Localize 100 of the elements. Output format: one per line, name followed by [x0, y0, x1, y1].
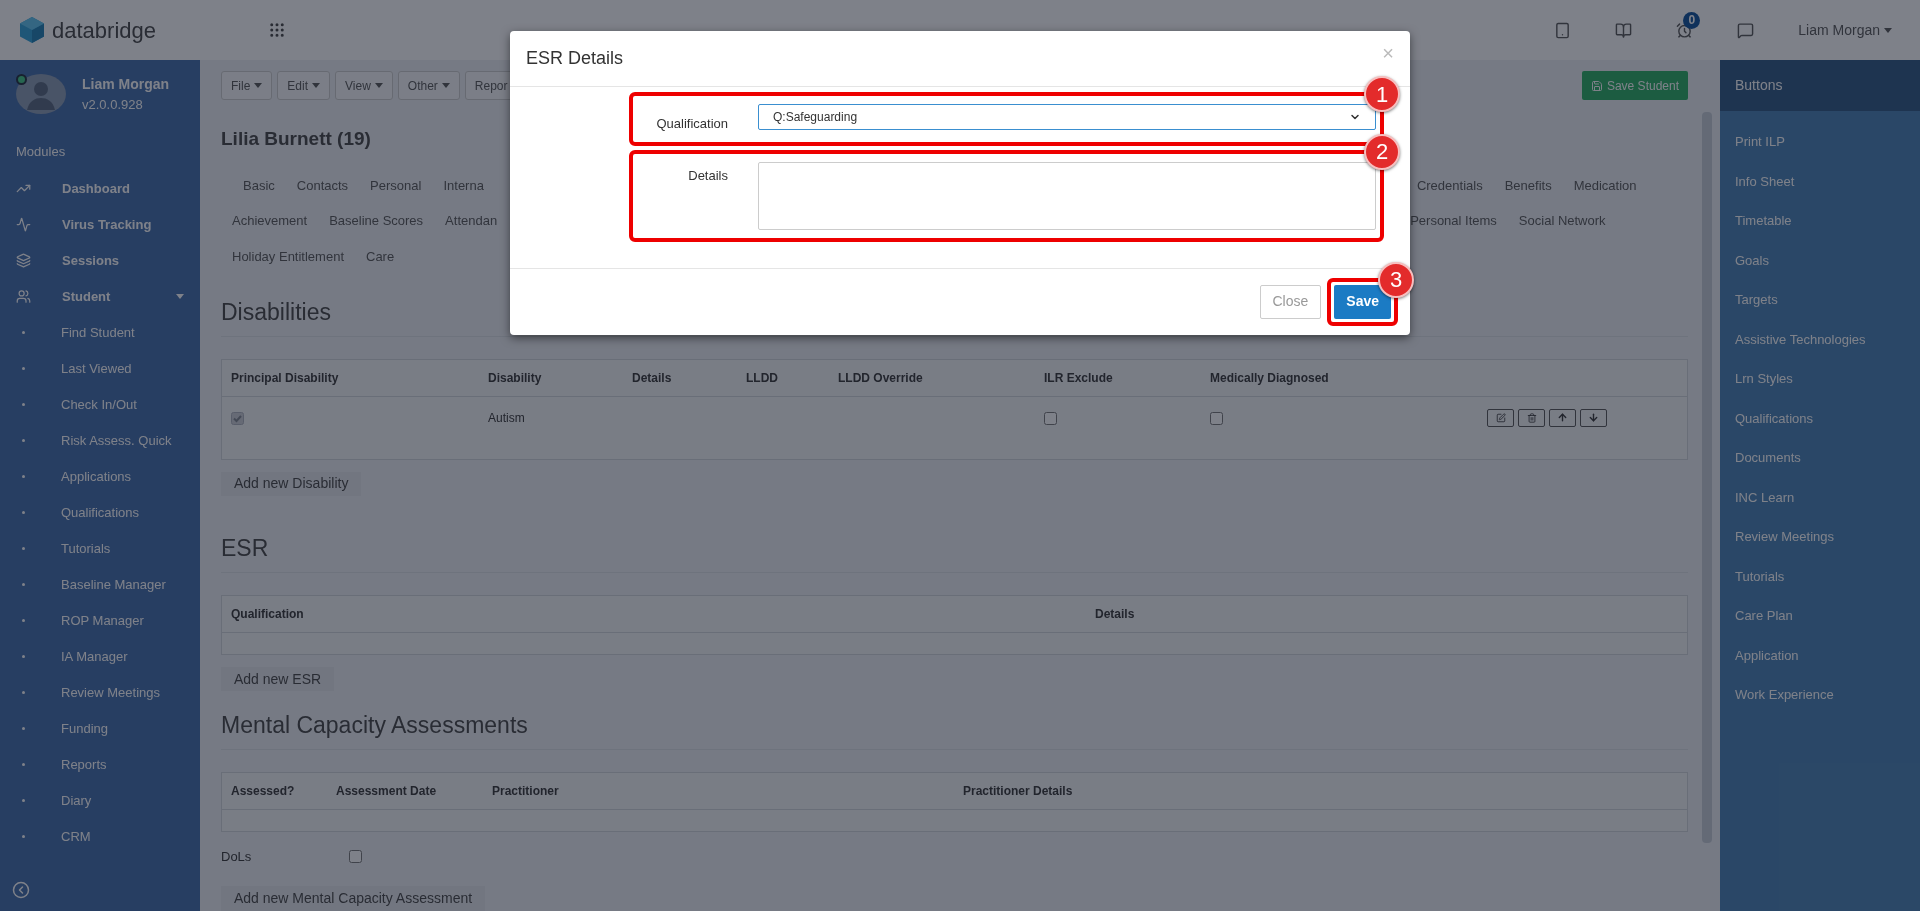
nav-sub-item[interactable]: CRM	[0, 818, 200, 855]
action-link[interactable]: Timetable	[1720, 201, 1920, 241]
action-link[interactable]: Application	[1720, 635, 1920, 675]
column-header: Practitioner	[492, 782, 560, 800]
menu-button[interactable]: Other	[397, 71, 460, 100]
nav-sub-item[interactable]: Funding	[0, 710, 200, 747]
collapse-sidebar-icon[interactable]	[12, 881, 30, 899]
section-heading: Mental Capacity Assessments	[221, 708, 1688, 750]
action-link[interactable]: Lrn Styles	[1720, 359, 1920, 399]
action-link[interactable]: Info Sheet	[1720, 161, 1920, 201]
column-header: Principal Disability	[231, 369, 340, 387]
action-link[interactable]: Assistive Technologies	[1720, 319, 1920, 359]
arrow-up-icon	[1557, 412, 1568, 423]
expand-caret-icon	[176, 294, 184, 299]
user-menu[interactable]: Liam Morgan	[1798, 19, 1892, 41]
record-tab[interactable]: Medication	[1562, 167, 1648, 203]
add-esr-button[interactable]: Add new ESR	[221, 666, 335, 692]
edit-row-button[interactable]	[1487, 408, 1514, 427]
app-version: v2.0.0.928	[82, 96, 144, 114]
record-tab[interactable]: Interna	[432, 167, 484, 203]
action-link[interactable]: INC Learn	[1720, 477, 1920, 517]
action-link[interactable]: Print ILP	[1720, 122, 1920, 162]
nav-item[interactable]: Virus Tracking	[0, 206, 200, 243]
caret-icon	[1884, 27, 1892, 33]
record-tab[interactable]: Achievement	[221, 203, 319, 239]
record-tab[interactable]: Attendan	[434, 203, 498, 239]
record-tab[interactable]: Basic	[232, 167, 286, 203]
move-down-button[interactable]	[1580, 408, 1607, 427]
column-header: Assessed?	[231, 782, 296, 800]
nav-sub-item[interactable]: Diary	[0, 782, 200, 819]
profile-name: Liam Morgan	[82, 75, 170, 94]
layers-icon	[16, 253, 31, 268]
record-tab[interactable]: Credentials	[1405, 167, 1494, 203]
notification-badge: 0	[1683, 11, 1701, 29]
nav-sub-item[interactable]: Last Viewed	[0, 350, 200, 387]
step-number-badge: 2	[1364, 133, 1400, 170]
nav-item[interactable]: Sessions	[0, 242, 200, 279]
record-tab[interactable]: Social Network	[1507, 203, 1617, 239]
save-student-button[interactable]: Save Student	[1581, 71, 1688, 100]
record-tab[interactable]: Care	[355, 238, 406, 274]
apps-grid-icon[interactable]	[268, 21, 286, 39]
nav-item[interactable]: Dashboard	[0, 170, 200, 207]
avatar-icon	[16, 74, 66, 115]
record-tab[interactable]: Benefits	[1493, 167, 1563, 203]
action-link[interactable]: Goals	[1720, 240, 1920, 280]
column-header: Qualification	[231, 605, 305, 623]
column-header: LLDD	[746, 369, 779, 387]
nav-sub-item[interactable]: Tutorials	[0, 530, 200, 567]
add-disability-button[interactable]: Add new Disability	[221, 471, 362, 497]
column-header: Disability	[488, 369, 543, 387]
nav-sub-item[interactable]: Check In/Out	[0, 386, 200, 423]
book-icon[interactable]	[1615, 21, 1633, 39]
action-link[interactable]: Review Meetings	[1720, 517, 1920, 557]
nav-sub-item[interactable]: Reports	[0, 746, 200, 783]
save-button[interactable]: Save	[1334, 284, 1391, 319]
trash-icon	[1526, 412, 1537, 423]
nav-sub-item[interactable]: Qualifications	[0, 494, 200, 531]
action-link[interactable]: Qualifications	[1720, 398, 1920, 438]
menu-button[interactable]: Edit	[277, 71, 331, 100]
add-assessment-button[interactable]: Add new Mental Capacity Assessment	[221, 886, 486, 911]
close-button[interactable]: ×	[1382, 37, 1394, 68]
people-icon	[16, 289, 31, 304]
action-link[interactable]: Care Plan	[1720, 596, 1920, 636]
move-up-button[interactable]	[1549, 408, 1576, 427]
record-tab[interactable]: Personal	[359, 167, 433, 203]
action-link[interactable]: Tutorials	[1720, 556, 1920, 596]
qualification-select[interactable]: Q:Safeguarding	[758, 104, 1376, 130]
nav-sub-item[interactable]: ROP Manager	[0, 602, 200, 639]
arrow-down-icon	[1588, 412, 1599, 423]
delete-row-button[interactable]	[1518, 408, 1545, 427]
nav-sub-item[interactable]: Review Meetings	[0, 674, 200, 711]
table-cell-text: Autism	[488, 409, 526, 427]
chat-icon[interactable]	[1737, 21, 1755, 39]
field-label: DoLs	[221, 847, 253, 866]
menu-button[interactable]: View	[335, 71, 393, 100]
record-tab[interactable]: Baseline Scores	[318, 203, 435, 239]
dialog-title: ESR Details	[526, 47, 624, 70]
nav-sub-item[interactable]: IA Manager	[0, 638, 200, 675]
pulse-icon	[16, 217, 31, 232]
record-tab[interactable]: Holiday Entitlement	[221, 238, 355, 274]
step-number-badge: 1	[1364, 76, 1400, 112]
action-link[interactable]: Work Experience	[1720, 675, 1920, 715]
record-tab[interactable]: Personal Items	[1399, 203, 1508, 239]
column-header: LLDD Override	[838, 369, 924, 387]
nav-item[interactable]: Student	[0, 278, 200, 315]
nav-sub-item[interactable]: Find Student	[0, 314, 200, 351]
close-dialog-button[interactable]: Close	[1259, 284, 1322, 319]
nav-sub-item[interactable]: Baseline Manager	[0, 566, 200, 603]
checkbox[interactable]	[349, 850, 362, 864]
column-header: Practitioner Details	[963, 782, 1074, 800]
section-heading: ESR	[221, 531, 1688, 573]
nav-sub-item[interactable]: Risk Assess. Quick	[0, 422, 200, 459]
action-link[interactable]: Documents	[1720, 438, 1920, 478]
field-label: Details	[687, 166, 728, 185]
record-tab[interactable]: Contacts	[285, 167, 360, 203]
action-link[interactable]: Targets	[1720, 280, 1920, 320]
menu-button[interactable]: File	[221, 71, 273, 100]
column-header: Medically Diagnosed	[1210, 369, 1330, 387]
tablet-icon[interactable]	[1554, 21, 1572, 39]
nav-sub-item[interactable]: Applications	[0, 458, 200, 495]
